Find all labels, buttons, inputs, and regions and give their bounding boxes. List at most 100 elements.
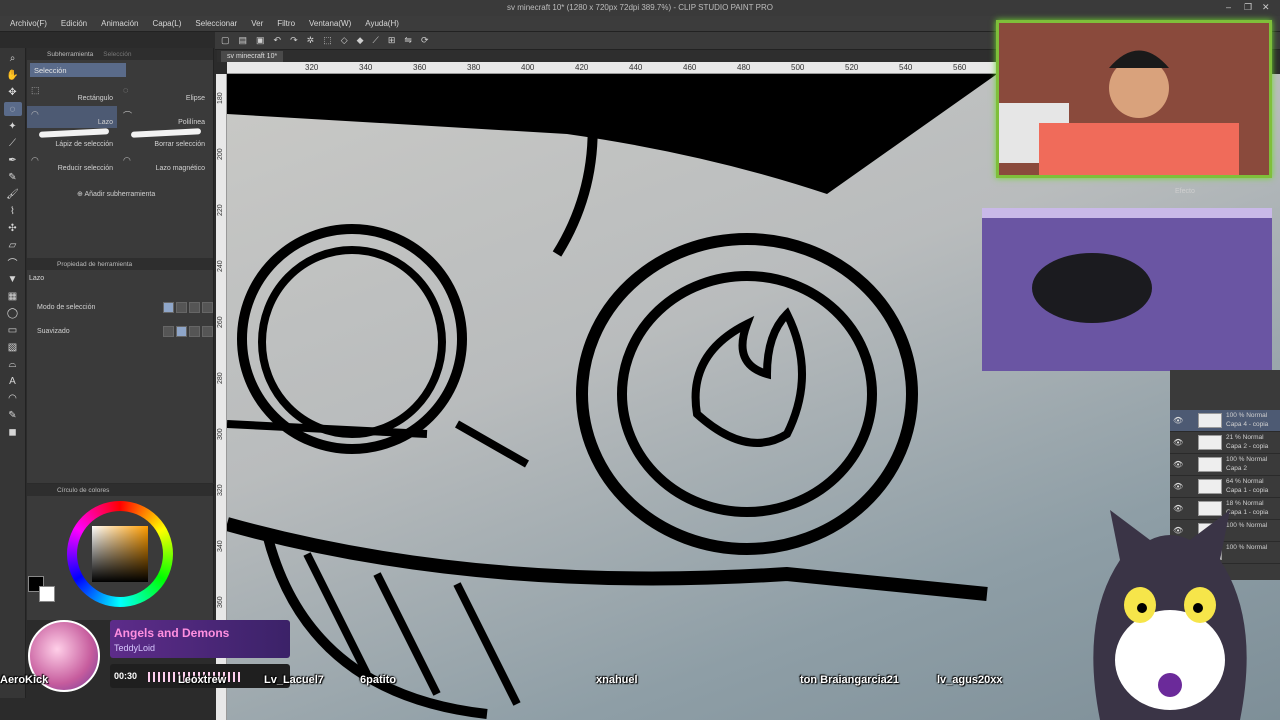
menu-ver[interactable]: Ver <box>251 19 263 28</box>
menu-archivo[interactable]: Archivo(F) <box>10 19 47 28</box>
figure-tool-icon[interactable]: ◯ <box>4 306 22 320</box>
subtool-shrink-selection[interactable]: ◠ Reducir selección <box>27 152 117 174</box>
lasso-icon: ◠ <box>31 109 39 119</box>
blend-tool-icon[interactable]: ⌒ <box>4 255 22 270</box>
ruler-left-label: 340 <box>217 540 224 552</box>
eye-icon[interactable]: 👁 <box>1173 460 1183 469</box>
color-wheel[interactable] <box>67 501 173 607</box>
undo-icon[interactable]: ↶ <box>274 35 282 46</box>
pen-tool-icon[interactable]: ✒ <box>4 153 22 167</box>
layer-row[interactable]: 👁 100 % Normal Capa 2 <box>1170 454 1280 476</box>
smoothing-buttons[interactable] <box>163 326 213 337</box>
menu-ventana[interactable]: Ventana(W) <box>309 19 351 28</box>
balloon-tool-icon[interactable]: ⌓ <box>4 357 22 371</box>
eye-icon[interactable]: 👁 <box>1173 482 1183 491</box>
hand-tool-icon[interactable]: ✋ <box>4 68 22 82</box>
color-swap-icon[interactable]: ◼ <box>4 425 22 439</box>
ruler-tool-icon[interactable]: ▧ <box>4 340 22 354</box>
selection-tool-icon[interactable]: ◌ <box>3 102 22 116</box>
layer-name: Capa 2 <box>1226 465 1247 472</box>
layer-row[interactable]: 👁 21 % Normal Capa 2 - copia <box>1170 432 1280 454</box>
subtool-selection-pen[interactable]: Lápiz de selección <box>27 128 117 150</box>
title-bar: sv minecraft 10* (1280 x 720px 72dpi 389… <box>0 0 1280 16</box>
layer-row[interactable]: 👁 100 % Normal Capa 4 - copia <box>1170 410 1280 432</box>
ruler-left-label: 320 <box>217 484 224 496</box>
ruler-left-label: 260 <box>217 316 224 328</box>
decoration-tool-icon[interactable]: ✣ <box>4 221 22 235</box>
brush-tool-icon[interactable]: 🖌 <box>4 187 22 201</box>
sub-color-swatch[interactable] <box>39 586 55 602</box>
layer-row[interactable]: 👁 64 % Normal Capa 1 - copia <box>1170 476 1280 498</box>
tab-tool-property[interactable]: Propiedad de herramienta <box>57 261 132 268</box>
canvas-tab[interactable]: sv minecraft 10* <box>221 51 284 62</box>
tab-selection[interactable]: Selección <box>103 51 131 58</box>
layer-name: Capa 1 - copia <box>1226 487 1269 494</box>
menu-ayuda[interactable]: Ayuda(H) <box>365 19 399 28</box>
move-tool-icon[interactable]: ✥ <box>4 85 22 99</box>
fill-tool-icon[interactable]: ▼ <box>4 272 22 286</box>
add-subtool-button[interactable]: ⊕ Añadir subherramienta <box>77 190 155 198</box>
hat-shape <box>227 74 997 194</box>
clear-icon[interactable]: ✲ <box>307 35 315 46</box>
menu-animacion[interactable]: Animación <box>101 19 138 28</box>
eyedropper-tool-icon[interactable]: ⟋ <box>4 136 22 150</box>
auto-select-tool-icon[interactable]: ✦ <box>4 119 22 133</box>
pencil-tool-icon[interactable]: ✎ <box>4 170 22 184</box>
close-icon[interactable]: ✕ <box>1262 2 1270 13</box>
redo-icon[interactable]: ↷ <box>290 35 298 46</box>
ruler-left-label: 200 <box>217 148 224 160</box>
menu-edicion[interactable]: Edición <box>61 19 87 28</box>
menu-capa[interactable]: Capa(L) <box>153 19 182 28</box>
gradient-tool-icon[interactable]: ▦ <box>4 289 22 303</box>
zoom-tool-icon[interactable]: ⌕ <box>4 51 22 65</box>
layer-thumbnail <box>1198 435 1222 450</box>
frame-tool-icon[interactable]: ▭ <box>4 323 22 337</box>
layer-opacity: 21 % Normal <box>1226 434 1264 441</box>
tool-strip: ⌕ ✋ ✥ ◌ ✦ ⟋ ✒ ✎ 🖌 ⌇ ✣ ▱ ⌒ ▼ ▦ ◯ ▭ ▧ ⌓ A … <box>0 48 26 698</box>
menu-filtro[interactable]: Filtro <box>277 19 295 28</box>
color-wheel-panel: Círculo de colores <box>27 484 214 620</box>
eye-icon[interactable]: 👁 <box>1173 416 1183 425</box>
subtool-rectangle[interactable]: ⬚ Rectángulo <box>27 82 117 104</box>
snap-ruler-icon[interactable]: ⟋ <box>373 35 379 46</box>
correct-line-tool-icon[interactable]: ✎ <box>4 408 22 422</box>
ruler-top-label: 420 <box>575 63 589 72</box>
subtool-ellipse[interactable]: ◌ Elipse <box>119 82 209 104</box>
eraser-tool-icon[interactable]: ▱ <box>4 238 22 252</box>
speech-balloon-tool-icon[interactable]: ◠ <box>4 391 22 405</box>
mouth-line <box>227 517 988 601</box>
text-tool-icon[interactable]: A <box>4 374 22 388</box>
save-icon[interactable]: ▣ <box>256 35 265 46</box>
ruler-top-label: 560 <box>953 63 967 72</box>
selection-mode-buttons[interactable] <box>163 302 213 313</box>
transform-icon[interactable]: ⬚ <box>323 35 332 46</box>
tab-color-wheel[interactable]: Círculo de colores <box>57 487 109 494</box>
deselect-icon[interactable]: ◇ <box>341 35 348 46</box>
flip-icon[interactable]: ⇋ <box>404 35 412 46</box>
layer-thumbnail <box>1198 479 1222 494</box>
subtool-group-selection[interactable]: Selección <box>30 63 126 77</box>
minimize-icon[interactable]: – <box>1226 2 1231 12</box>
new-file-icon[interactable]: ▢ <box>221 35 230 46</box>
ruler-top-label: 460 <box>683 63 697 72</box>
maximize-icon[interactable]: ❐ <box>1244 2 1252 13</box>
invert-selection-icon[interactable]: ◆ <box>357 35 364 46</box>
menu-seleccionar[interactable]: Seleccionar <box>195 19 237 28</box>
subtool-magnetic-lasso[interactable]: ◠ Lazo magnético <box>119 152 209 174</box>
airbrush-tool-icon[interactable]: ⌇ <box>4 204 22 218</box>
tool-property-panel: Propiedad de herramienta Lazo Modo de se… <box>27 258 214 483</box>
eye-icon[interactable]: 👁 <box>1173 438 1183 447</box>
saturation-value-square[interactable] <box>92 526 148 582</box>
subtool-erase-selection[interactable]: Borrar selección <box>119 128 209 150</box>
tool-property-name: Lazo <box>29 275 45 282</box>
ruler-top-label: 540 <box>899 63 913 72</box>
subtool-polyline[interactable]: ⌒ Polilínea <box>119 106 209 128</box>
open-icon[interactable]: ▤ <box>239 35 248 46</box>
tab-subtool[interactable]: Subherramienta <box>47 51 93 58</box>
rotate-icon[interactable]: ⟳ <box>421 35 429 46</box>
ruler-left-label: 240 <box>217 260 224 272</box>
snap-grid-icon[interactable]: ⊞ <box>388 35 396 46</box>
ruler-left-label: 360 <box>217 596 224 608</box>
ruler-top-label: 440 <box>629 63 643 72</box>
subtool-lasso[interactable]: ◠ Lazo <box>27 106 117 128</box>
